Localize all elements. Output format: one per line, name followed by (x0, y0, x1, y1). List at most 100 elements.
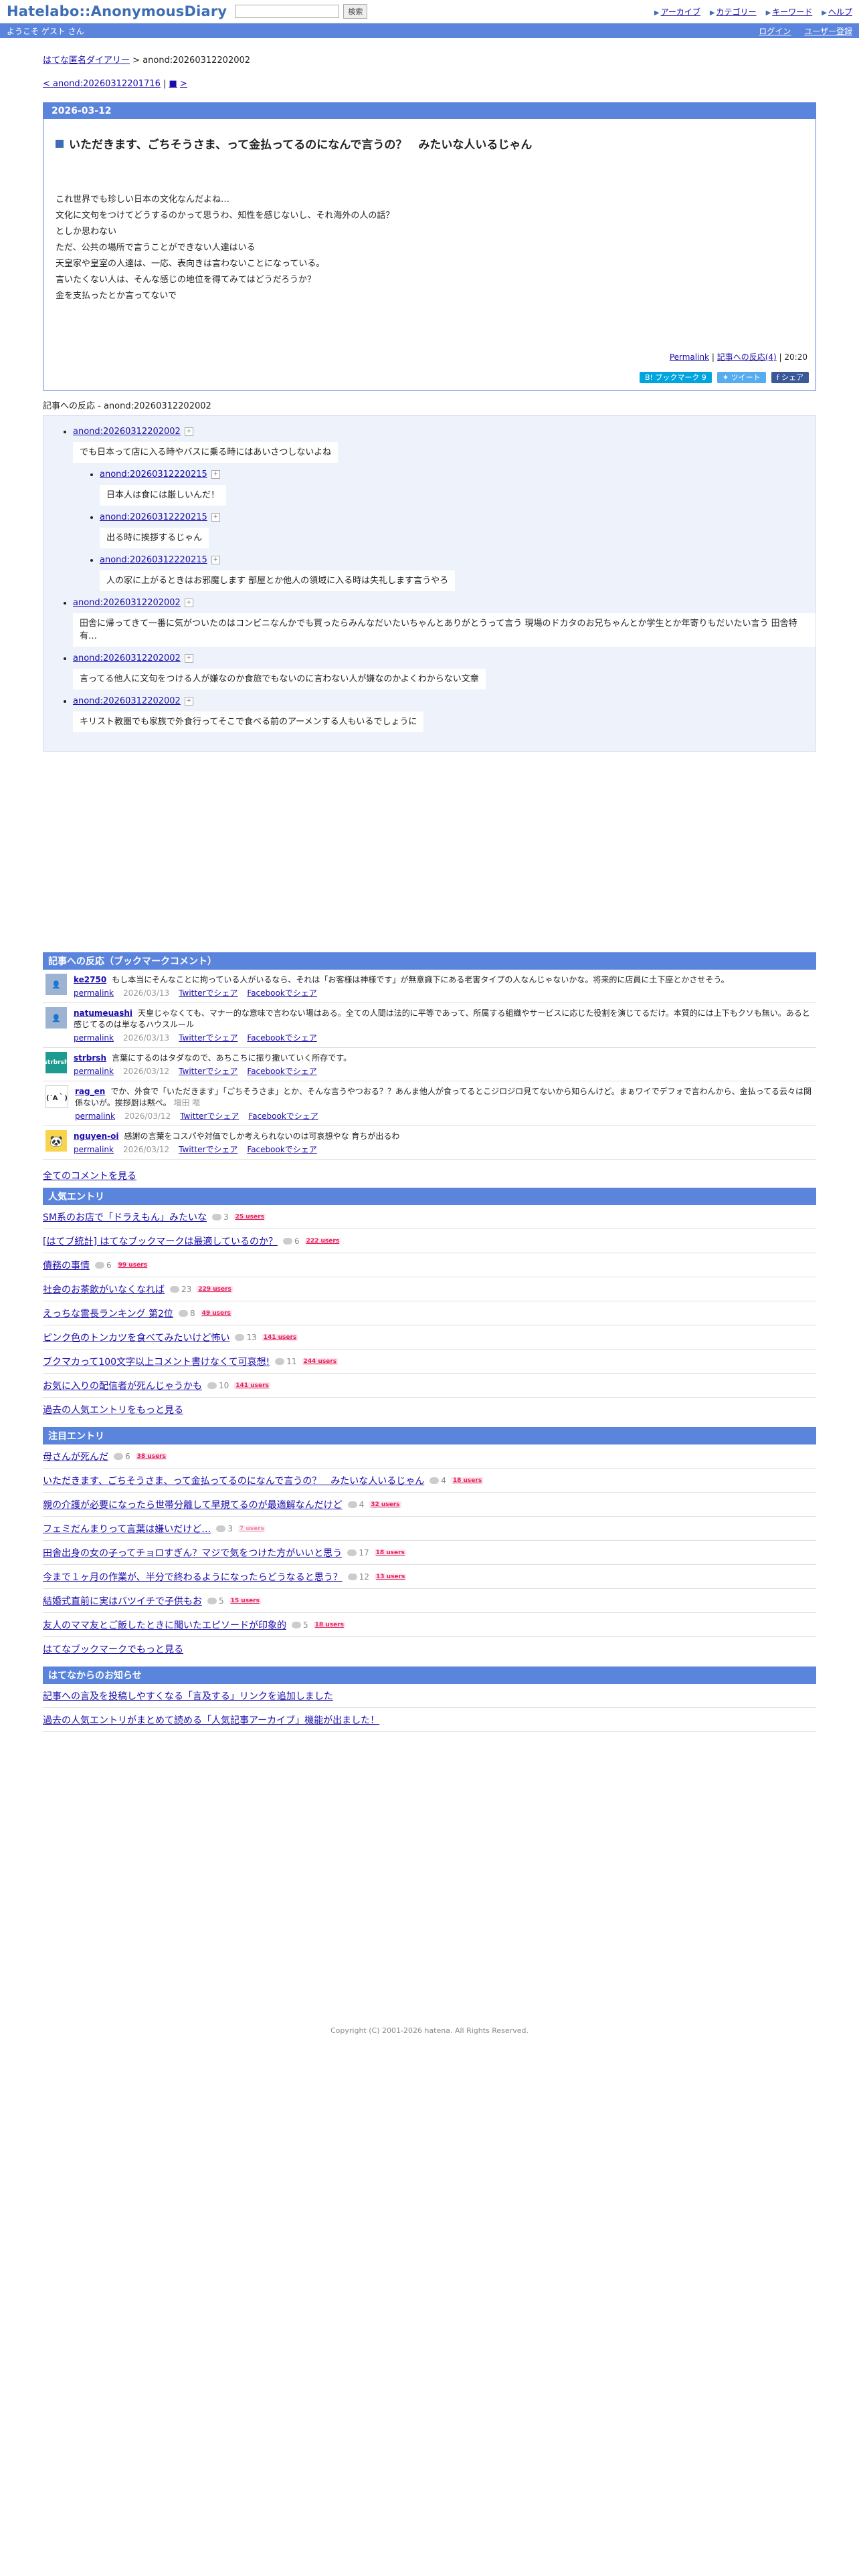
search-input[interactable] (235, 5, 340, 18)
comment-count[interactable]: 17 (347, 1548, 369, 1558)
reaction-link[interactable]: anond:20260312202002 (73, 427, 181, 437)
users-badge[interactable]: 244 users (302, 1358, 339, 1365)
comment-count[interactable]: 3 (216, 1524, 233, 1533)
nav-category[interactable]: ▶ カテゴリー (710, 6, 757, 17)
entry-link[interactable]: いただきます、ごちそうさま、って金払ってるのになんで言うの？ みたいな人いるじゃ… (43, 1474, 424, 1487)
nav-archive[interactable]: ▶ アーカイブ (654, 6, 700, 17)
bookmark-user[interactable]: natumeuashi (74, 1008, 132, 1018)
more-popular-link[interactable]: 過去の人気エントリをもっと見る (43, 1405, 183, 1416)
bookmark-permalink[interactable]: permalink (74, 1067, 114, 1076)
more-bookmarks-link[interactable]: はてなブックマークでもっと見る (43, 1644, 183, 1655)
bookmark-permalink[interactable]: permalink (75, 1111, 115, 1121)
notice-link[interactable]: 過去の人気エントリがまとめて読める「人気記事アーカイブ」機能が出ました！ (43, 1713, 379, 1727)
entry-link[interactable]: 親の介護が必要になったら世帯分離して早規てるのが最適解なんだけど (43, 1498, 343, 1511)
avatar[interactable]: strbrsh (44, 1052, 68, 1073)
twitter-share-link[interactable]: Twitterでシェア (179, 1067, 237, 1076)
comment-count[interactable]: 4 (430, 1476, 446, 1485)
users-badge[interactable]: 18 users (313, 1622, 345, 1628)
expand-icon[interactable]: + (184, 427, 193, 436)
nav-keyword[interactable]: ▶ キーワード (766, 6, 813, 17)
all-comments-link[interactable]: 全てのコメントを見る (43, 1171, 136, 1182)
entry-link[interactable]: 社会のお茶飲がいなくなれば (43, 1283, 165, 1296)
comment-count[interactable]: 5 (292, 1620, 308, 1630)
nav-keyword-label[interactable]: キーワード (772, 7, 812, 17)
bookmark-user[interactable]: nguyen-oi (74, 1132, 119, 1141)
users-badge[interactable]: 99 users (116, 1262, 149, 1269)
entry-link[interactable]: 今まで１ヶ月の作業が、半分で終わるようになったらどうなると思う？ (43, 1570, 343, 1584)
comment-count[interactable]: 8 (178, 1309, 195, 1318)
expand-icon[interactable]: + (211, 513, 220, 522)
users-badge[interactable]: 18 users (451, 1477, 484, 1484)
users-badge[interactable]: 222 users (304, 1238, 341, 1245)
expand-icon[interactable]: + (184, 654, 193, 663)
comment-count[interactable]: 13 (235, 1333, 257, 1342)
bookmark-tags[interactable]: 増田 嗯 (174, 1098, 201, 1107)
tweet-button[interactable]: ✦ ツイート (717, 372, 766, 383)
entry-link[interactable]: えっちな霊長ランキング 第2位 (43, 1307, 173, 1320)
twitter-share-link[interactable]: Twitterでシェア (179, 988, 237, 998)
top-link[interactable]: ■ (169, 79, 177, 89)
users-badge[interactable]: 141 users (262, 1334, 298, 1341)
comment-count[interactable]: 6 (282, 1237, 300, 1246)
users-badge[interactable]: 141 users (234, 1382, 270, 1389)
hatena-bookmark-button[interactable]: B! ブックマーク 9 (639, 372, 712, 383)
search-button[interactable]: 検索 (343, 4, 368, 19)
entry-link[interactable]: ブクマカって100文字以上コメント書けなくて可哀想! (43, 1355, 270, 1368)
breadcrumb-root[interactable]: はてな匿名ダイアリー (43, 56, 130, 66)
bookmark-permalink[interactable]: permalink (74, 1033, 114, 1043)
users-badge[interactable]: 229 users (197, 1286, 233, 1293)
users-badge[interactable]: 18 users (374, 1549, 406, 1556)
bookmark-permalink[interactable]: permalink (74, 1145, 114, 1154)
facebook-share-link[interactable]: Facebookでシェア (248, 1111, 318, 1121)
nav-archive-label[interactable]: アーカイブ (661, 7, 700, 17)
square-icon[interactable] (56, 139, 64, 148)
site-logo[interactable]: Hatelabo::AnonymousDiary (7, 3, 227, 19)
entry-link[interactable]: [はてブ統計] はてなブックマークは最適しているのか？ (43, 1235, 278, 1248)
comment-count[interactable]: 11 (275, 1357, 297, 1366)
twitter-share-link[interactable]: Twitterでシェア (179, 1145, 237, 1154)
facebook-share-link[interactable]: Facebookでシェア (247, 1033, 316, 1043)
users-badge[interactable]: 15 users (229, 1598, 261, 1604)
comment-count[interactable]: 12 (347, 1572, 369, 1582)
entry-link[interactable]: 母さんが死んだ (43, 1450, 108, 1463)
nav-category-label[interactable]: カテゴリー (717, 7, 757, 17)
twitter-share-link[interactable]: Twitterでシェア (179, 1033, 237, 1043)
entry-link[interactable]: SM系のお店で「ドラえもん」みたいな (43, 1210, 207, 1224)
reaction-link[interactable]: anond:20260312202002 (73, 696, 181, 706)
nav-help[interactable]: ▶ ヘルプ (822, 6, 852, 17)
entry-link[interactable]: フェミだんまりって言葉は嫌いだけど… (43, 1522, 211, 1535)
bookmark-permalink[interactable]: permalink (74, 988, 114, 998)
facebook-share-link[interactable]: Facebookでシェア (247, 1145, 316, 1154)
next-entry-link[interactable]: > (180, 79, 187, 89)
comment-count[interactable]: 23 (170, 1285, 191, 1294)
entry-link[interactable]: 結婚式直前に実はバツイチで子供もお (43, 1594, 202, 1608)
prev-entry-link[interactable]: < anond:20260312201716 (43, 79, 161, 89)
permalink[interactable]: Permalink (670, 352, 709, 362)
users-badge[interactable]: 49 users (200, 1310, 232, 1317)
entry-link[interactable]: 債務の事情 (43, 1259, 90, 1272)
nav-help-label[interactable]: ヘルプ (828, 7, 852, 17)
users-badge[interactable]: 38 users (135, 1453, 167, 1460)
reactions-link[interactable]: 記事への反応(4) (717, 352, 777, 362)
avatar[interactable]: 👤 (45, 1007, 67, 1029)
facebook-share-link[interactable]: Facebookでシェア (247, 988, 316, 998)
comment-count[interactable]: 6 (114, 1452, 130, 1461)
comment-count[interactable]: 4 (347, 1500, 364, 1509)
bookmark-user[interactable]: ke2750 (74, 975, 106, 984)
comment-count[interactable]: 3 (211, 1212, 229, 1222)
login-link[interactable]: ログイン (759, 25, 791, 37)
avatar[interactable]: (´A｀) (45, 1085, 68, 1108)
comment-count[interactable]: 6 (95, 1261, 112, 1270)
notice-link[interactable]: 記事への言及を投稿しやすくなる「言及する」リンクを追加しました (43, 1689, 333, 1703)
avatar[interactable]: 👤 (45, 974, 67, 995)
bookmark-user[interactable]: rag_en (75, 1087, 105, 1096)
expand-icon[interactable]: + (211, 470, 220, 479)
expand-icon[interactable]: + (184, 599, 193, 607)
reaction-link[interactable]: anond:20260312202002 (73, 598, 181, 608)
entry-link[interactable]: 田舎出身の女の子ってチョロすぎん？マジで気をつけた方がいいと思う (43, 1546, 342, 1560)
avatar[interactable]: 🐼 (45, 1130, 67, 1152)
users-badge[interactable]: 32 users (369, 1501, 401, 1508)
entry-link[interactable]: お気に入りの配信者が死んじゃうかも (43, 1379, 202, 1392)
bookmark-user[interactable]: strbrsh (74, 1053, 106, 1063)
users-badge[interactable]: 25 users (233, 1214, 266, 1220)
